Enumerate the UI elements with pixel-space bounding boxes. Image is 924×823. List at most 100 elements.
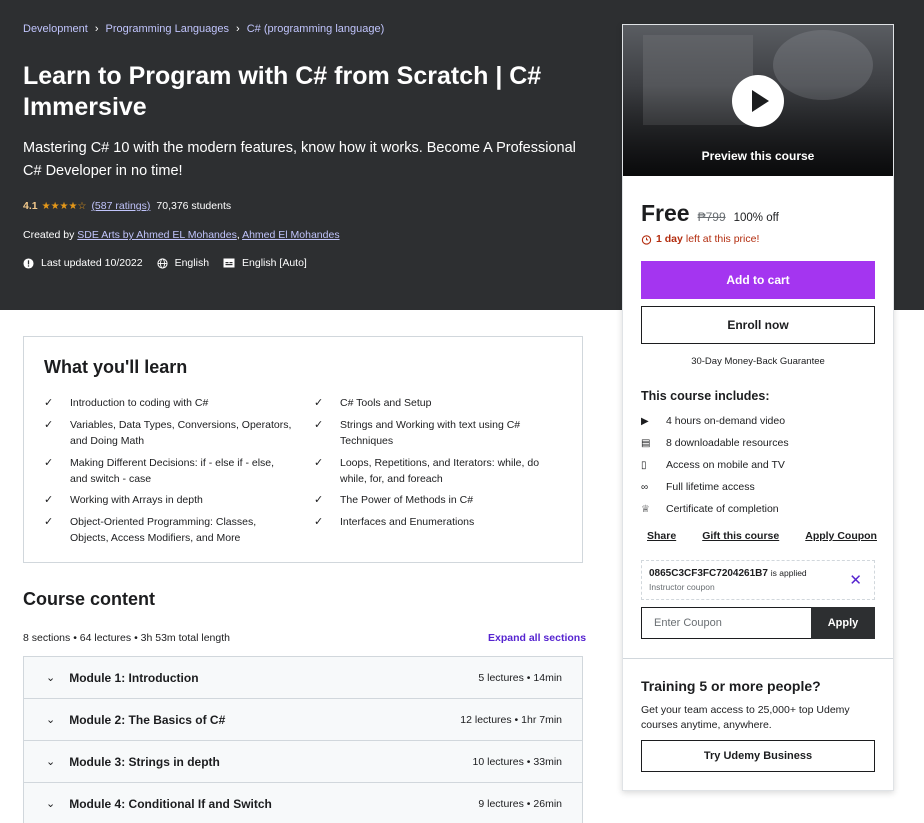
includes-title: This course includes: <box>641 389 770 403</box>
preview-label: Preview this course <box>701 149 815 163</box>
breadcrumb-csharp[interactable]: C# (programming language) <box>247 23 385 35</box>
star-rating-icon: ★★★★☆ <box>41 200 87 212</box>
module-section[interactable]: ⌄ Module 3: Strings in depth 10 lectures… <box>23 740 583 783</box>
course-content-summary: 8 sections • 64 lectures • 3h 53m total … <box>23 632 230 644</box>
author-link-2[interactable]: Ahmed El Mohandes <box>242 229 339 241</box>
check-icon: ✓ <box>314 419 324 431</box>
module-name: Module 1: Introduction <box>69 670 199 685</box>
apply-coupon-button[interactable]: Apply <box>811 607 875 639</box>
author-link-1[interactable]: SDE Arts by Ahmed EL Mohandes <box>77 229 237 241</box>
try-udemy-business-button[interactable]: Try Udemy Business <box>641 740 875 772</box>
students-count: 70,376 students <box>156 200 232 212</box>
purchase-sidebar: Preview this course Free ₱799 100% off 1… <box>622 24 894 791</box>
module-section[interactable]: ⌄ Module 2: The Basics of C# 12 lectures… <box>23 698 583 741</box>
money-back-guarantee: 30-Day Money-Back Guarantee <box>691 356 825 367</box>
current-price: Free <box>641 200 690 226</box>
learn-title: What you'll learn <box>44 357 188 377</box>
check-icon: ✓ <box>314 397 324 409</box>
coupon-input[interactable] <box>641 607 812 639</box>
breadcrumb-development[interactable]: Development <box>23 23 88 35</box>
play-icon <box>752 90 769 112</box>
learn-item: ✓ Interfaces and Enumerations <box>314 516 475 528</box>
learn-item: ✓ Object-Oriented Programming: Classes, O… <box>44 516 257 544</box>
infinity-icon: ∞ <box>641 481 649 493</box>
module-section[interactable]: ⌄ Module 4: Conditional If and Switch 9 … <box>23 782 583 823</box>
deadline-days: 1 day <box>656 233 683 245</box>
add-to-cart-button[interactable]: Add to cart <box>641 261 875 299</box>
check-icon: ✓ <box>314 457 324 469</box>
alert-badge-icon <box>23 257 34 269</box>
learn-item: ✓ Loops, Repetitions, and Iterators: whil… <box>314 457 540 485</box>
course-preview-video[interactable]: Preview this course <box>623 25 893 176</box>
check-icon: ✓ <box>44 494 54 506</box>
expand-all-sections-link[interactable]: Expand all sections <box>488 632 586 644</box>
file-download-icon: ▤ <box>641 437 651 449</box>
chevron-right-icon: › <box>236 23 240 35</box>
module-name: Module 4: Conditional If and Switch <box>69 796 272 811</box>
coupon-code: 0865C3CF3FC7204261B7 <box>649 568 768 579</box>
learn-item: ✓ C# Tools and Setup <box>314 397 432 409</box>
price-deadline: 1 day left at this price! <box>641 233 759 245</box>
created-by-row: Created by SDE Arts by Ahmed EL Mohandes… <box>23 229 340 241</box>
divider <box>623 658 893 659</box>
module-meta: 10 lectures • 33min <box>472 755 562 768</box>
course-meta-row: Last updated 10/2022 English English [Au… <box>23 257 321 269</box>
module-meta: 12 lectures • 1hr 7min <box>460 713 562 726</box>
training-title: Training 5 or more people? <box>641 678 821 694</box>
author-separator: , <box>236 229 240 241</box>
price-row: Free ₱799 100% off <box>641 200 779 227</box>
enroll-now-button[interactable]: Enroll now <box>641 306 875 344</box>
include-item: ▤ 8 downloadable resources <box>641 437 789 449</box>
check-icon: ✓ <box>44 397 54 409</box>
ratings-count-link[interactable]: (587 ratings) <box>91 200 150 212</box>
learn-item: ✓ The Power of Methods in C# <box>314 494 474 506</box>
breadcrumb: Development › Programming Languages › C#… <box>23 23 384 35</box>
module-section[interactable]: ⌄ Module 1: Introduction 5 lectures • 14… <box>23 656 583 699</box>
sidebar-links: Share Gift this course Apply Coupon <box>647 530 877 542</box>
gift-course-link[interactable]: Gift this course <box>702 530 779 542</box>
check-icon: ✓ <box>314 516 324 528</box>
rating-value: 4.1 <box>23 200 38 212</box>
coupon-type: Instructor coupon <box>649 582 715 592</box>
chevron-down-icon: ⌄ <box>46 798 56 810</box>
language: English <box>157 257 209 269</box>
course-subtitle: Mastering C# 10 with the modern features… <box>23 140 576 179</box>
deadline-text: left at this price! <box>685 233 760 245</box>
share-link[interactable]: Share <box>647 530 676 542</box>
language-text: English <box>174 257 210 269</box>
chevron-right-icon: › <box>94 23 99 35</box>
check-icon: ✓ <box>314 494 324 506</box>
what-youll-learn-box: What you'll learn ✓ Introduction to codin… <box>23 336 583 563</box>
chevron-down-icon: ⌄ <box>46 672 56 684</box>
coupon-applied-text: is applied <box>770 568 807 578</box>
module-name: Module 3: Strings in depth <box>69 754 220 769</box>
close-icon[interactable]: ✕ <box>849 571 862 589</box>
training-text: Get your team access to 25,000+ top Udem… <box>641 704 850 731</box>
video-icon: ▶ <box>641 415 649 427</box>
rating-row: 4.1 ★★★★☆ (587 ratings) 70,376 students <box>23 200 231 212</box>
created-by-label: Created by <box>23 229 75 241</box>
include-item: ▯ Access on mobile and TV <box>641 459 785 471</box>
learn-item: ✓ Strings and Working with text using C# … <box>314 419 521 447</box>
play-button[interactable] <box>732 75 784 127</box>
module-name: Module 2: The Basics of C# <box>69 712 226 727</box>
captions-text: English [Auto] <box>242 257 307 269</box>
include-item: ∞ Full lifetime access <box>641 481 755 493</box>
course-content-title: Course content <box>23 589 156 609</box>
original-price: ₱799 <box>697 210 726 224</box>
check-icon: ✓ <box>44 516 54 528</box>
applied-coupon: 0865C3CF3FC7204261B7 is applied Instruct… <box>641 560 875 600</box>
globe-icon <box>157 257 168 269</box>
closed-captions-icon <box>223 258 235 268</box>
apply-coupon-link[interactable]: Apply Coupon <box>805 530 877 542</box>
trophy-icon: ♕ <box>641 503 650 515</box>
discount-percent: 100% off <box>733 212 779 224</box>
captions: English [Auto] <box>223 257 307 269</box>
breadcrumb-programming-languages[interactable]: Programming Languages <box>106 23 230 35</box>
chevron-down-icon: ⌄ <box>46 714 56 726</box>
course-title: Learn to Program with C# from Scratch | … <box>23 62 542 121</box>
alarm-clock-icon <box>641 234 652 245</box>
include-item: ▶ 4 hours on-demand video <box>641 415 786 427</box>
last-updated-text: Last updated 10/2022 <box>41 257 143 269</box>
learn-item: ✓ Introduction to coding with C# <box>44 397 209 409</box>
